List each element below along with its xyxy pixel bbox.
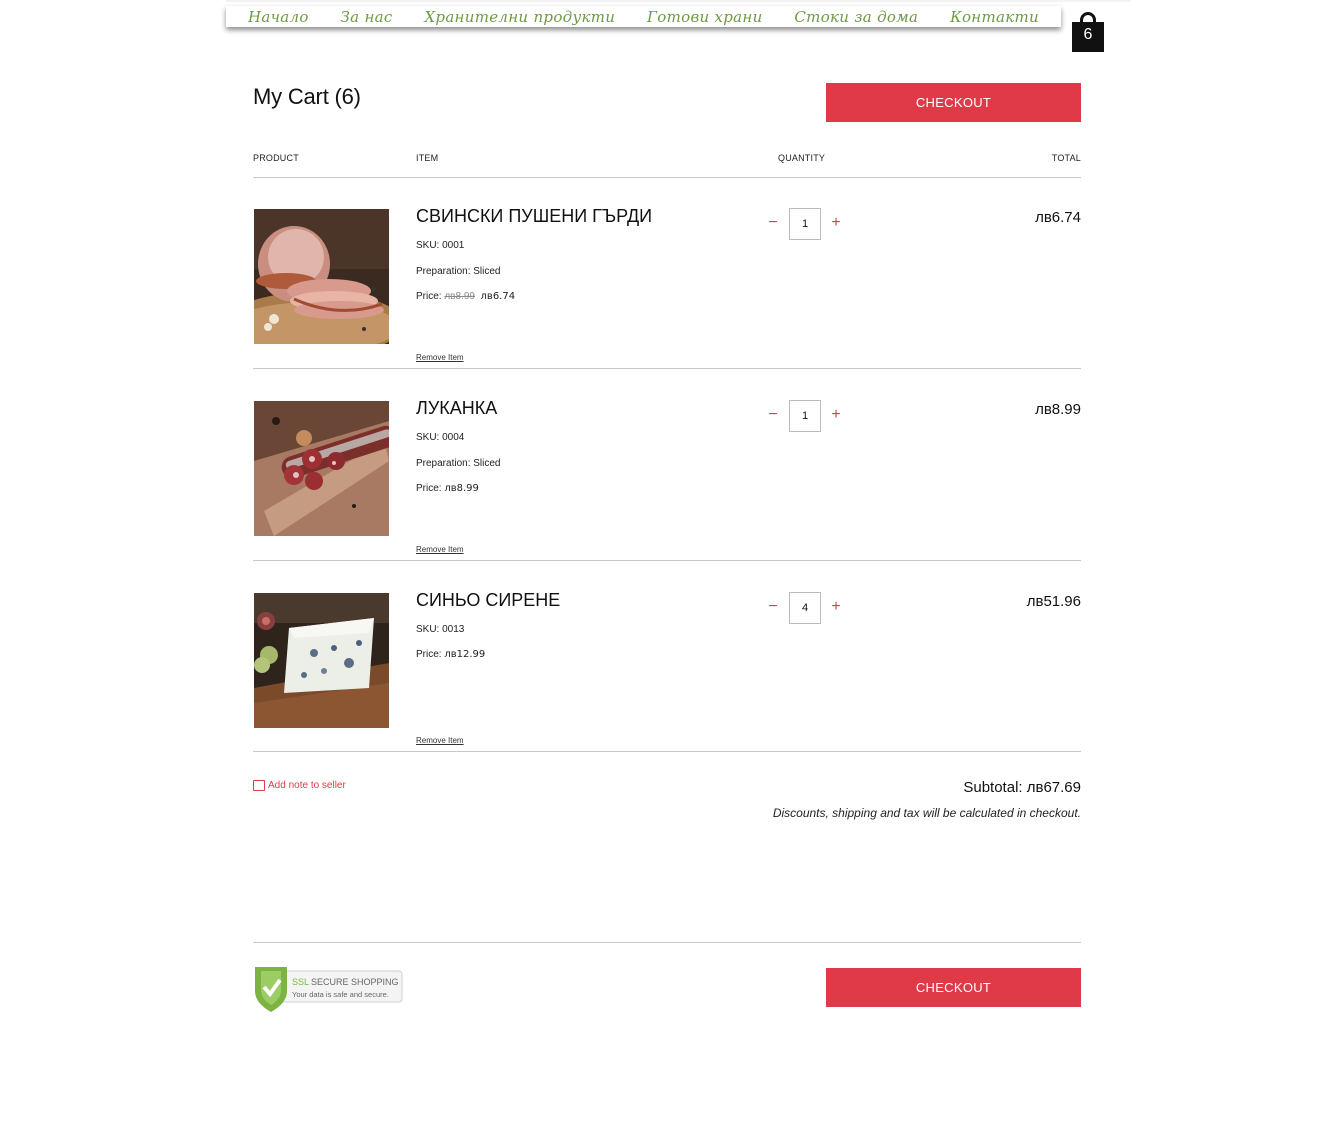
note-icon [253,780,265,791]
product-name[interactable]: ЛУКАНКА [416,398,497,419]
cart-item: СИНЬО СИРЕНЕ SKU: 0013 Price: лв12.99 Re… [253,590,1081,783]
product-sku: SKU: 0013 [416,624,465,635]
price-label: Price: [416,649,445,660]
divider [253,942,1081,943]
nav-item-home[interactable]: Начало [248,8,309,26]
remove-item-link[interactable]: Remove Item [416,736,464,745]
column-header-total: TOTAL [1051,153,1081,163]
divider [253,751,1081,752]
line-total: лв8.99 [1035,401,1081,418]
product-name[interactable]: СВИНСКИ ПУШЕНИ ГЪРДИ [416,206,652,227]
line-total: лв6.74 [1035,209,1081,226]
checkout-disclaimer: Discounts, shipping and tax will be calc… [772,806,1081,820]
checkout-button-top[interactable]: CHECKOUT [826,83,1081,122]
product-preparation: Preparation: Sliced [416,458,501,469]
price-label: Price: [416,483,445,494]
main-nav: Начало За нас Хранителни продукти Готови… [226,6,1061,27]
cart-count: 6 [1083,26,1093,43]
nav-item-contacts[interactable]: Контакти [950,8,1039,26]
product-name[interactable]: СИНЬО СИРЕНЕ [416,590,560,611]
ssl-title: SECURE SHOPPING [311,977,399,987]
ssl-subtitle: Your data is safe and secure. [292,990,389,999]
product-image-lukanka[interactable] [254,401,389,536]
product-price: Price: лв8.99 лв6.74 [416,291,515,302]
top-edge [226,0,1131,2]
divider [253,560,1081,561]
ssl-prefix: SSL [292,977,309,987]
quantity-decrease-button[interactable]: − [766,214,780,232]
add-note-label: Add note to seller [268,780,346,791]
checkout-button-bottom[interactable]: CHECKOUT [826,968,1081,1007]
subtotal: Subtotal: лв67.69 [963,779,1081,796]
column-header-quantity: QUANTITY [778,153,826,163]
nav-item-groceries[interactable]: Хранителни продукти [424,8,615,26]
product-sku: SKU: 0004 [416,432,465,443]
product-preparation: Preparation: Sliced [416,266,501,277]
quantity-input[interactable]: 1 [789,400,821,432]
price-sale: лв6.74 [480,291,516,302]
price-value: лв8.99 [444,483,479,494]
ssl-secure-badge: SSL SECURE SHOPPING Your data is safe an… [253,967,403,1012]
product-price: Price: лв12.99 [416,649,485,660]
add-note-to-seller-link[interactable]: Add note to seller [253,780,346,791]
cart-item: ЛУКАНКА SKU: 0004 Preparation: Sliced Pr… [253,398,1081,591]
price-value: лв12.99 [444,649,486,660]
remove-item-link[interactable]: Remove Item [416,545,464,554]
line-total: лв51.96 [1026,593,1081,610]
shopping-bag-icon[interactable]: 6 [1071,11,1105,52]
quantity-decrease-button[interactable]: − [766,598,780,616]
product-sku: SKU: 0001 [416,240,465,251]
nav-item-household[interactable]: Стоки за дома [794,8,918,26]
column-header-product: PRODUCT [253,153,299,163]
quantity-increase-button[interactable]: + [829,406,843,424]
page-title: My Cart (6) [253,84,361,109]
cart-item: СВИНСКИ ПУШЕНИ ГЪРДИ SKU: 0001 Preparati… [253,206,1081,399]
product-price: Price: лв8.99 [416,483,479,494]
divider [253,368,1081,369]
remove-item-link[interactable]: Remove Item [416,353,464,362]
nav-item-about[interactable]: За нас [341,8,393,26]
price-original: лв8.99 [444,291,475,302]
price-label: Price: [416,291,445,302]
column-header-item: ITEM [416,153,439,163]
nav-item-ready-meals[interactable]: Готови храни [647,8,763,26]
quantity-decrease-button[interactable]: − [766,406,780,424]
quantity-input[interactable]: 4 [789,592,821,624]
product-image-smoked-pork[interactable] [254,209,389,344]
quantity-input[interactable]: 1 [789,208,821,240]
product-image-blue-cheese[interactable] [254,593,389,728]
quantity-increase-button[interactable]: + [829,598,843,616]
divider [253,177,1081,178]
quantity-increase-button[interactable]: + [829,214,843,232]
